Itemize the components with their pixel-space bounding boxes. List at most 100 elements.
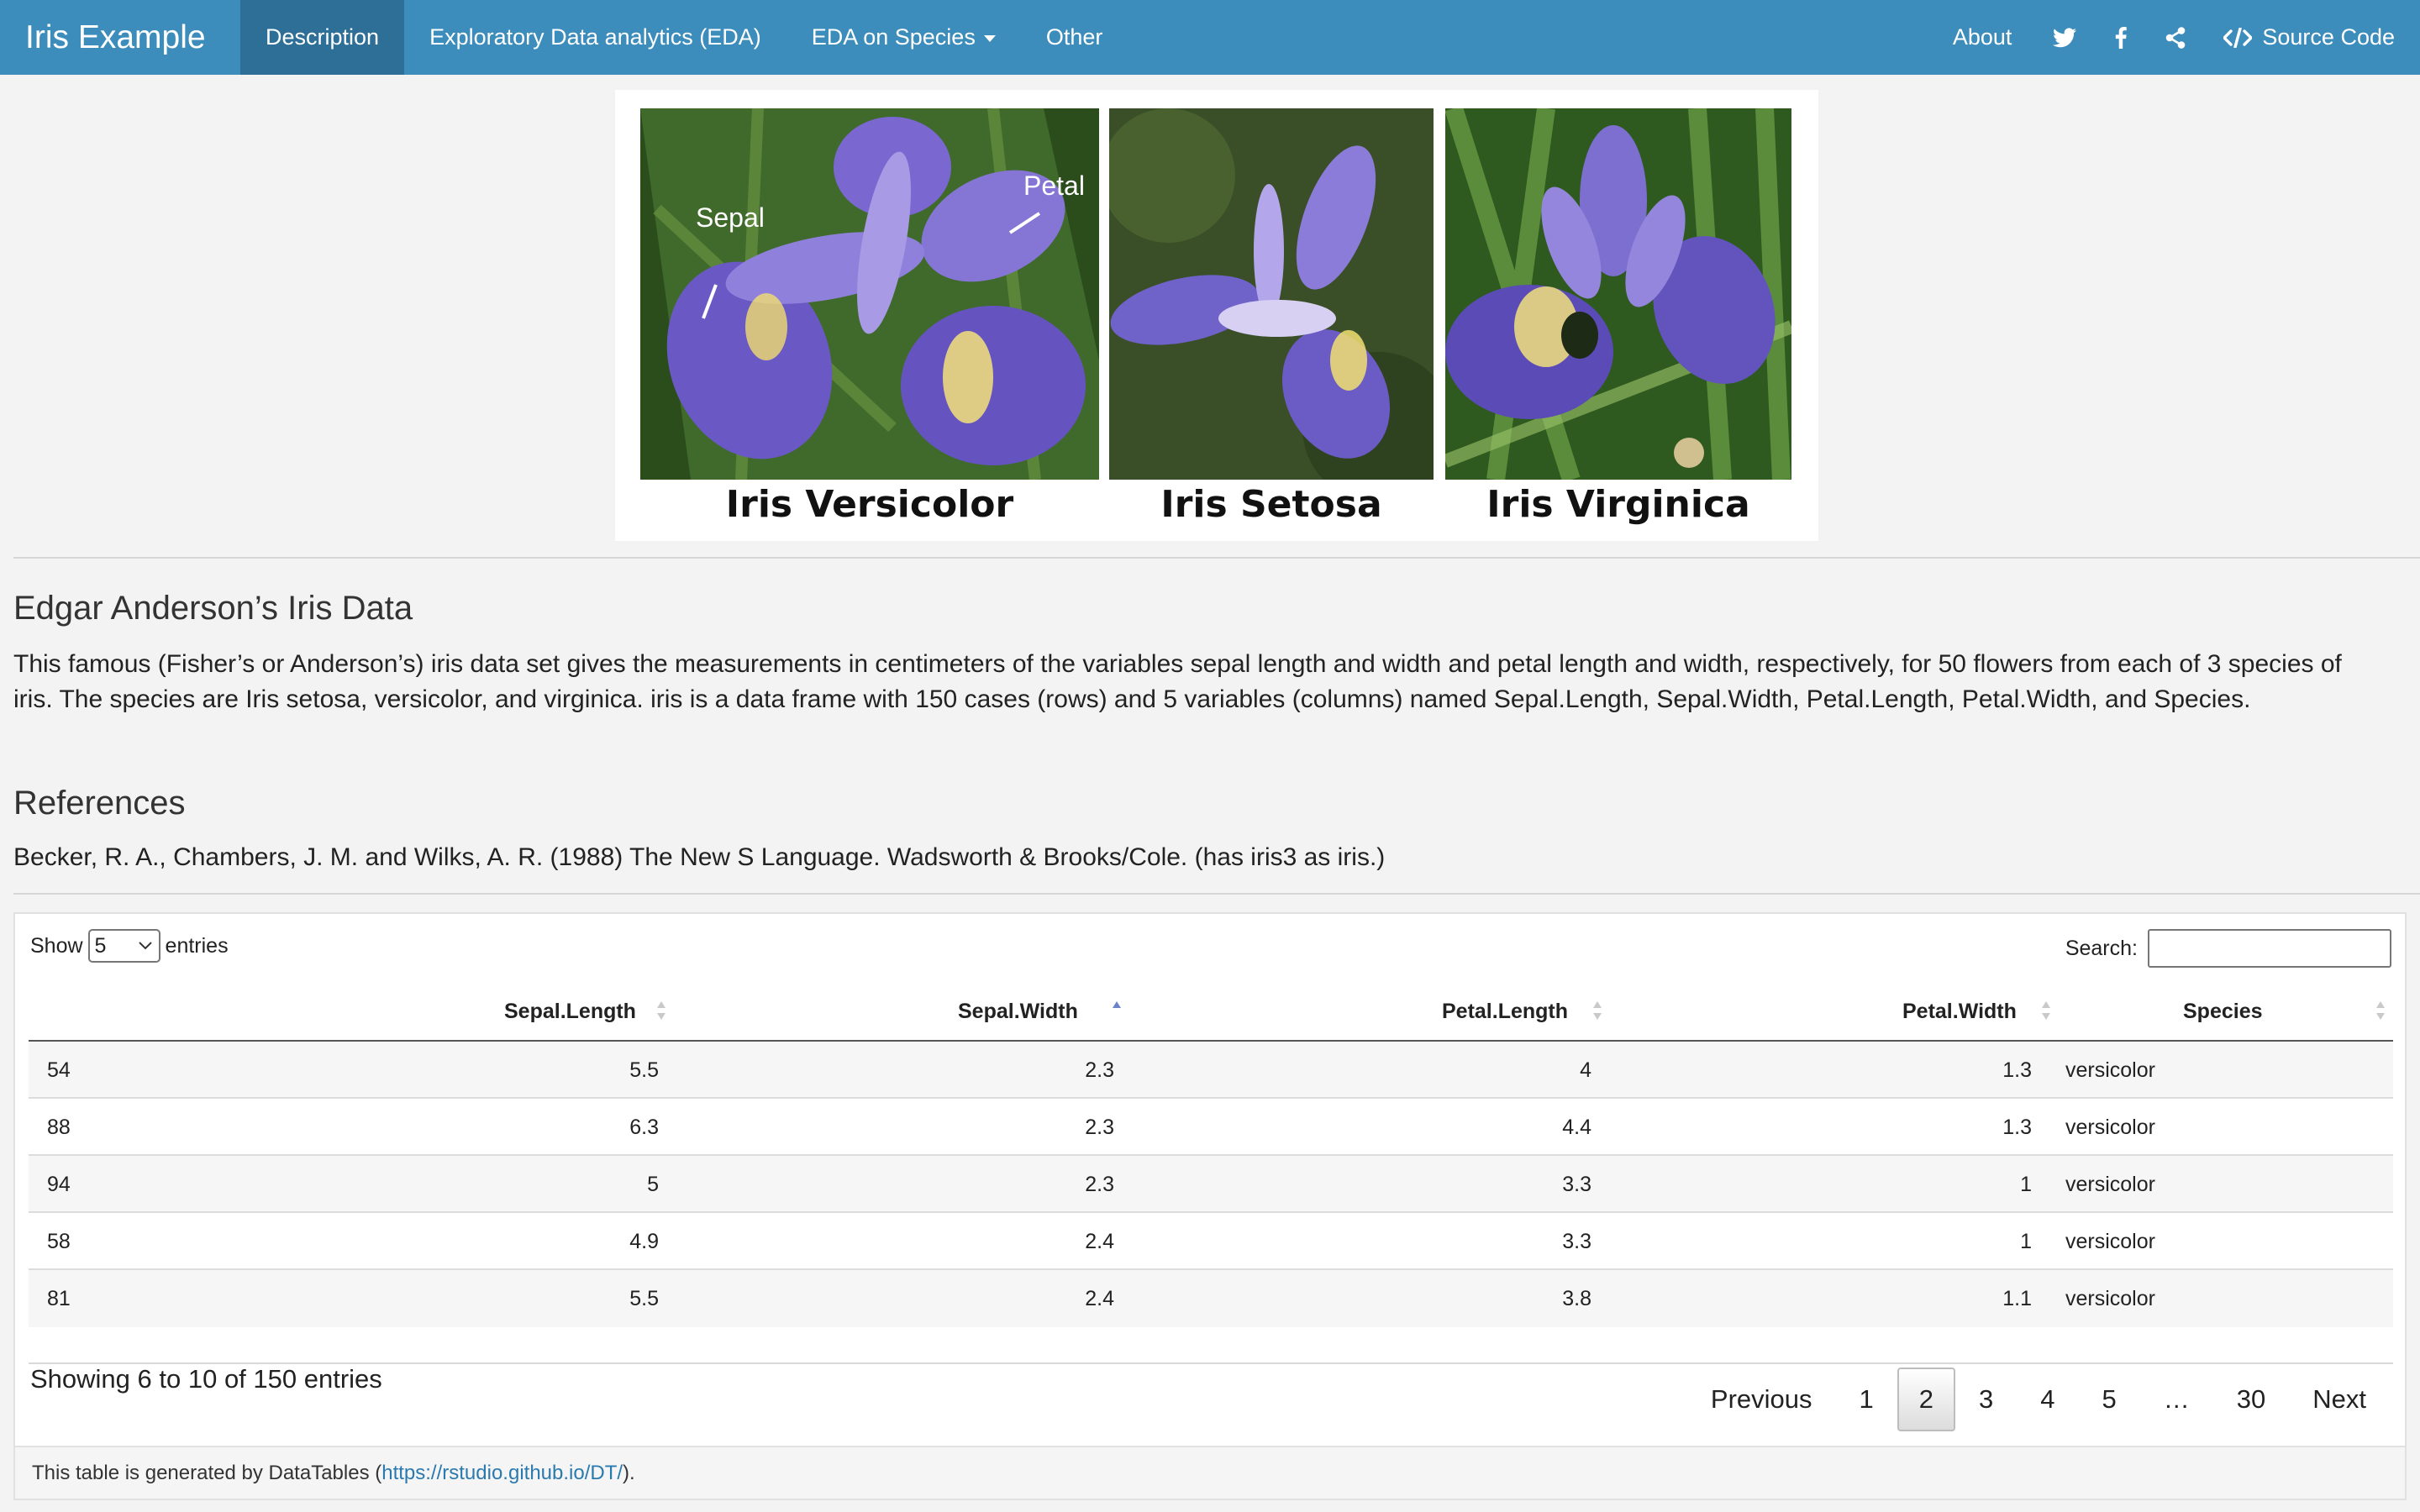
column-header-petal-length[interactable]: Petal.Length [1442, 981, 1568, 1042]
table-row[interactable]: 54 5.5 2.3 4 1.3 versicolor [29, 1042, 2393, 1099]
cell-row-index: 94 [47, 1172, 71, 1196]
search-control: Search: [2065, 929, 2391, 968]
column-header-label: Species [2183, 999, 2263, 1023]
cell-petal-length: 3.3 [1562, 1172, 1591, 1196]
sort-both-icon [2376, 1001, 2385, 1020]
table-header: Sepal.Length Sepal.Width Petal.Length Pe… [29, 981, 2393, 1042]
tab-eda-on-species-label: EDA on Species [811, 24, 976, 50]
table-info: Showing 6 to 10 of 150 entries [30, 1364, 382, 1394]
column-header-label: Petal.Width [1902, 999, 2017, 1023]
petal-annotation: Petal [1023, 171, 1085, 201]
table-footer: This table is generated by DataTables (h… [15, 1446, 2405, 1499]
cell-petal-length: 3.8 [1562, 1286, 1591, 1310]
cell-sepal-length: 5.5 [629, 1286, 659, 1310]
column-header-petal-width[interactable]: Petal.Width [1902, 981, 2017, 1042]
page-button-2-current[interactable]: 2 [1897, 1368, 1956, 1431]
references-title: References [13, 785, 186, 822]
cell-sepal-width: 2.3 [1085, 1115, 1114, 1139]
dataset-title: Edgar Anderson’s Iris Data [13, 590, 413, 627]
datatable: Show 5 entries Search: Sepal.Length Sepa… [13, 912, 2407, 1500]
page-button-4[interactable]: 4 [2017, 1368, 2078, 1431]
page-length-select[interactable]: 5 [87, 929, 160, 963]
cell-species: versicolor [2065, 1172, 2155, 1196]
divider [13, 893, 2420, 895]
cell-sepal-width: 2.4 [1085, 1229, 1114, 1253]
page-button-30[interactable]: 30 [2213, 1368, 2289, 1431]
column-header-sepal-length[interactable]: Sepal.Length [504, 981, 636, 1042]
column-header-sepal-width[interactable]: Sepal.Width [958, 981, 1078, 1042]
column-header-label: Sepal.Width [958, 999, 1078, 1023]
share-icon [2166, 26, 2186, 49]
tab-other-label: Other [1045, 24, 1103, 50]
twitter-icon [2053, 27, 2077, 47]
search-input[interactable] [2148, 929, 2391, 968]
table-body: 54 5.5 2.3 4 1.3 versicolor 88 6.3 2.3 4… [29, 1042, 2393, 1327]
sort-both-icon [1593, 1001, 1602, 1020]
code-icon [2223, 27, 2253, 48]
caption-iris-setosa: Iris Setosa [1160, 483, 1382, 526]
cell-sepal-length: 4.9 [629, 1229, 659, 1253]
cell-species: versicolor [2065, 1286, 2155, 1310]
cell-species: versicolor [2065, 1058, 2155, 1082]
page-button-1[interactable]: 1 [1836, 1368, 1897, 1431]
table-row[interactable]: 81 5.5 2.4 3.8 1.1 versicolor [29, 1270, 2393, 1327]
table-row[interactable]: 94 5 2.3 3.3 1 versicolor [29, 1156, 2393, 1213]
dataset-description: This famous (Fisher’s or Anderson’s) iri… [13, 650, 2342, 713]
iris-species-figure: Sepal Petal Iris Versicolor Iris Setosa … [615, 90, 1818, 541]
cell-sepal-width: 2.3 [1085, 1058, 1114, 1082]
pagination-ellipsis: … [2163, 1384, 2190, 1414]
caption-iris-virginica: Iris Virginica [1486, 483, 1750, 526]
navbar-right: About Source Code [1931, 0, 2420, 75]
table-row[interactable]: 58 4.9 2.4 3.3 1 versicolor [29, 1213, 2393, 1270]
page-button-3[interactable]: 3 [1955, 1368, 2017, 1431]
cell-sepal-length: 5.5 [629, 1058, 659, 1082]
sort-both-icon [657, 1001, 666, 1020]
cell-petal-width: 1.3 [2002, 1058, 2032, 1082]
cell-row-index: 88 [47, 1115, 71, 1139]
next-page-button[interactable]: Next [2289, 1368, 2390, 1431]
cell-row-index: 58 [47, 1229, 71, 1253]
share-button[interactable] [2146, 0, 2205, 75]
cell-row-index: 81 [47, 1286, 71, 1310]
sort-both-icon [2042, 1001, 2050, 1020]
tab-eda-on-species[interactable]: EDA on Species [786, 0, 1021, 75]
cell-petal-width: 1 [2020, 1172, 2032, 1196]
table-row[interactable]: 88 6.3 2.3 4.4 1.3 versicolor [29, 1099, 2393, 1156]
page-length-control: Show 5 entries [30, 929, 229, 963]
footer-prefix: This table is generated by DataTables ( [32, 1461, 382, 1484]
show-label: Show [30, 933, 83, 958]
tab-other[interactable]: Other [1021, 0, 1128, 75]
column-header-row-index [29, 981, 113, 1042]
cell-sepal-width: 2.4 [1085, 1286, 1114, 1310]
facebook-icon [2116, 26, 2128, 49]
column-header-species[interactable]: Species [2183, 981, 2263, 1042]
table-bottom-divider [29, 1362, 2393, 1364]
caption-iris-versicolor: Iris Versicolor [725, 483, 1014, 526]
search-label: Search: [2065, 936, 2138, 960]
tab-description-label: Description [266, 24, 380, 50]
cell-petal-length: 3.3 [1562, 1229, 1591, 1253]
cell-species: versicolor [2065, 1115, 2155, 1139]
twitter-button[interactable] [2033, 0, 2096, 75]
caret-down-icon [983, 35, 996, 42]
about-link[interactable]: About [1931, 0, 2034, 75]
iris-virginica-photo [1445, 108, 1791, 480]
source-code-link[interactable]: Source Code [2205, 0, 2420, 75]
previous-page-button[interactable]: Previous [1687, 1368, 1836, 1431]
tab-description[interactable]: Description [240, 0, 405, 75]
pagination: Previous 1 2 3 4 5 … 30 Next [1687, 1368, 2390, 1431]
tab-eda-label: Exploratory Data analytics (EDA) [429, 24, 761, 50]
tab-eda[interactable]: Exploratory Data analytics (EDA) [404, 0, 786, 75]
iris-setosa-photo [1109, 108, 1434, 480]
cell-row-index: 54 [47, 1058, 71, 1082]
navbar: Iris Example Description Exploratory Dat… [0, 0, 2420, 75]
cell-petal-width: 1.1 [2002, 1286, 2032, 1310]
column-header-label: Petal.Length [1442, 999, 1569, 1023]
cell-petal-length: 4.4 [1562, 1115, 1591, 1139]
page-button-5[interactable]: 5 [2079, 1368, 2140, 1431]
facebook-button[interactable] [2096, 0, 2146, 75]
datatables-link[interactable]: https://rstudio.github.io/DT/ [381, 1462, 623, 1485]
sepal-annotation: Sepal [696, 202, 765, 233]
about-label: About [1952, 24, 2012, 50]
app-brand[interactable]: Iris Example [0, 0, 240, 75]
